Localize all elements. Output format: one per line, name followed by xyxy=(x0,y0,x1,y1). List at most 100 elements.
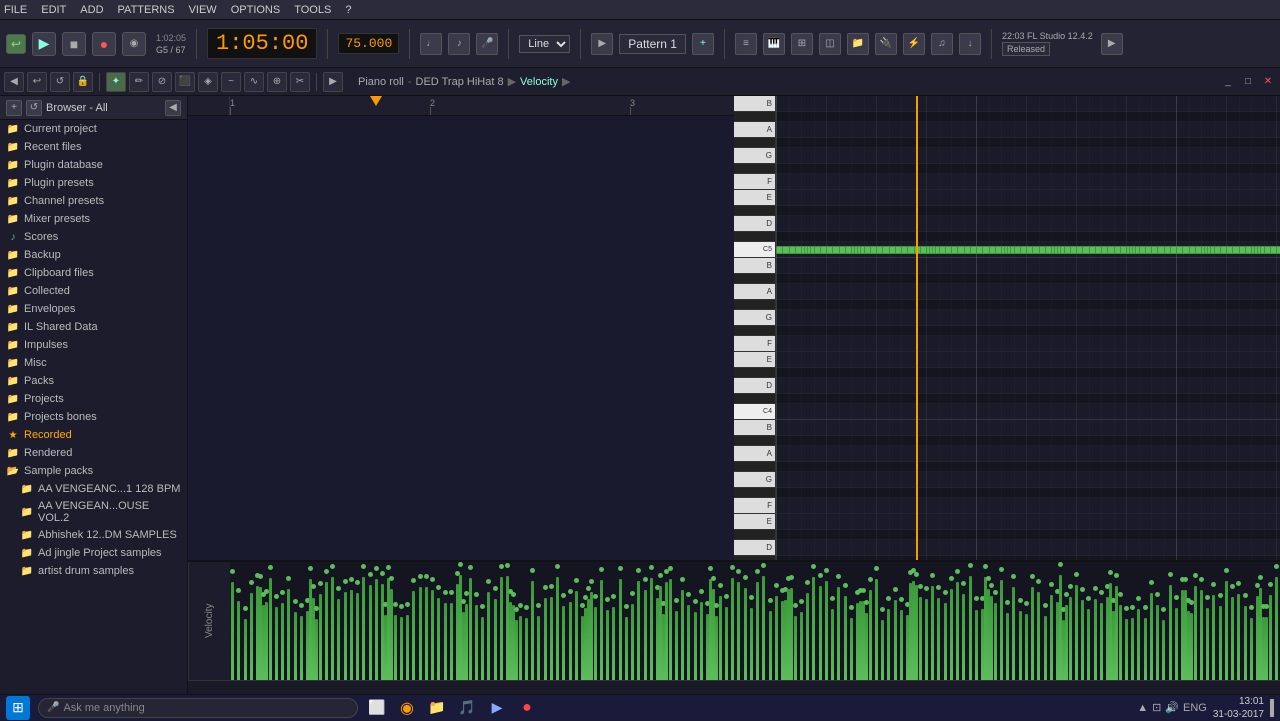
sidebar-item-9[interactable]: 📁Collected xyxy=(0,282,187,300)
piano-key-F5[interactable]: F xyxy=(734,174,775,190)
sidebar-item-8[interactable]: 📁Clipboard files xyxy=(0,264,187,282)
expand-btn[interactable]: ▶ xyxy=(1101,33,1123,55)
piano-key-Eb4[interactable] xyxy=(734,368,775,378)
piano-key-Gb4[interactable] xyxy=(734,326,775,336)
sidebar-item-4[interactable]: 📁Channel presets xyxy=(0,192,187,210)
menu-options[interactable]: OPTIONS xyxy=(231,4,281,16)
piano-key-D5[interactable]: D xyxy=(734,216,775,232)
taskbar-record[interactable]: ● xyxy=(516,697,538,719)
piano-key-E3[interactable]: E xyxy=(734,514,775,530)
piano-key-D3[interactable]: D xyxy=(734,540,775,556)
nav-arrow[interactable]: ▶ xyxy=(591,33,613,55)
horizontal-scrollbar[interactable] xyxy=(188,680,1280,694)
piano-key-C4[interactable]: C4 xyxy=(734,404,775,420)
piano-key-Db5[interactable] xyxy=(734,232,775,242)
menu-patterns[interactable]: PATTERNS xyxy=(118,4,175,16)
draw-tool[interactable]: ✏ xyxy=(129,72,149,92)
show-desktop-btn[interactable] xyxy=(1270,699,1274,717)
taskbar-files[interactable]: 📁 xyxy=(426,697,448,719)
taskbar-fl-studio[interactable]: 🎵 xyxy=(456,697,478,719)
mute-tool[interactable]: ◈ xyxy=(198,72,218,92)
search-bar[interactable]: 🎤 Ask me anything xyxy=(38,698,358,718)
menu-view[interactable]: VIEW xyxy=(189,4,217,16)
piano-key-G5[interactable]: G xyxy=(734,148,775,164)
piano-key-G3[interactable]: G xyxy=(734,472,775,488)
record-notes-btn[interactable]: ♪ xyxy=(448,33,470,55)
sidebar-item-20[interactable]: 📁AA VENGEANC...1 128 BPM xyxy=(0,480,187,498)
piano-key-B5[interactable]: B xyxy=(734,96,775,112)
sidebar-item-16[interactable]: 📁Projects bones xyxy=(0,408,187,426)
bpm-display[interactable]: 75.000 xyxy=(338,33,399,54)
zoom-tool[interactable]: ⊕ xyxy=(267,72,287,92)
piano-key-B4[interactable]: B xyxy=(734,258,775,274)
velocity-grid[interactable] xyxy=(230,562,1280,680)
generator-btn[interactable]: ⚡ xyxy=(903,33,925,55)
redo-btn[interactable]: ↺ xyxy=(50,72,70,92)
playlist-btn[interactable]: ≡ xyxy=(735,33,757,55)
piano-key-Bb5[interactable] xyxy=(734,112,775,122)
piano-key-B3[interactable]: B xyxy=(734,420,775,436)
refresh-btn[interactable]: ↺ xyxy=(26,100,42,116)
note-grid[interactable] xyxy=(776,96,1280,560)
smooth-tool[interactable]: ∿ xyxy=(244,72,264,92)
piano-key-Gb3[interactable] xyxy=(734,488,775,498)
sidebar-item-24[interactable]: 📁artist drum samples xyxy=(0,562,187,580)
piano-key-G4[interactable]: G xyxy=(734,310,775,326)
sidebar-item-2[interactable]: 📁Plugin database xyxy=(0,156,187,174)
mixer-btn[interactable]: ◫ xyxy=(819,33,841,55)
piano-key-F4[interactable]: F xyxy=(734,336,775,352)
breadcrumb-velocity[interactable]: Velocity xyxy=(520,76,558,88)
lock-btn[interactable]: 🔒 xyxy=(73,72,93,92)
piano-key-Db3[interactable] xyxy=(734,556,775,560)
sidebar-item-11[interactable]: 📁IL Shared Data xyxy=(0,318,187,336)
piano-key-Ab3[interactable] xyxy=(734,462,775,472)
piano-key-Db4[interactable] xyxy=(734,394,775,404)
piano-key-Bb3[interactable] xyxy=(734,436,775,446)
sidebar-item-22[interactable]: 📁Abhishek 12..DM SAMPLES xyxy=(0,526,187,544)
step-seq-btn[interactable]: ⊞ xyxy=(791,33,813,55)
piano-key-A5[interactable]: A xyxy=(734,122,775,138)
breadcrumb-pianoroll[interactable]: Piano roll xyxy=(358,76,404,88)
sidebar-item-1[interactable]: 📁Recent files xyxy=(0,138,187,156)
piano-key-Ab5[interactable] xyxy=(734,138,775,148)
sidebar-item-7[interactable]: 📁Backup xyxy=(0,246,187,264)
sidebar-item-3[interactable]: 📁Plugin presets xyxy=(0,174,187,192)
metronome-btn[interactable]: ♩ xyxy=(420,33,442,55)
add-folder-btn[interactable]: + xyxy=(6,100,22,116)
loop-back-btn[interactable]: ↩ xyxy=(6,34,26,54)
task-view-btn[interactable]: ⬜ xyxy=(366,697,388,719)
sidebar-item-6[interactable]: ♪Scores xyxy=(0,228,187,246)
minimize-btn[interactable]: _ xyxy=(1220,74,1236,90)
stop-btn[interactable]: ■ xyxy=(62,32,86,56)
midi-btn[interactable]: ♫ xyxy=(931,33,953,55)
slice-tool[interactable]: ✂ xyxy=(290,72,310,92)
paint-tool[interactable]: ⬛ xyxy=(175,72,195,92)
close-btn[interactable]: ✕ xyxy=(1260,74,1276,90)
sidebar-item-17[interactable]: ★Recorded xyxy=(0,426,187,444)
piano-key-Bb4[interactable] xyxy=(734,274,775,284)
collapse-browser-btn[interactable]: ◀ xyxy=(165,100,181,116)
record-audio-btn[interactable]: 🎤 xyxy=(476,33,498,55)
piano-key-E5[interactable]: E xyxy=(734,190,775,206)
browser-btn[interactable]: 📁 xyxy=(847,33,869,55)
volume-icon[interactable]: 🔊 xyxy=(1165,701,1179,714)
piano-key-Ab4[interactable] xyxy=(734,300,775,310)
select-tool[interactable]: ✦ xyxy=(106,72,126,92)
menu-edit[interactable]: EDIT xyxy=(41,4,66,16)
sidebar-item-13[interactable]: 📁Misc xyxy=(0,354,187,372)
overdub-btn[interactable]: ◉ xyxy=(122,32,146,56)
sidebar-item-15[interactable]: 📁Projects xyxy=(0,390,187,408)
sidebar-item-5[interactable]: 📁Mixer presets xyxy=(0,210,187,228)
piano-key-Eb5[interactable] xyxy=(734,206,775,216)
erase-tool[interactable]: ⊘ xyxy=(152,72,172,92)
sidebar-item-14[interactable]: 📁Packs xyxy=(0,372,187,390)
undo-btn[interactable]: ↩ xyxy=(27,72,47,92)
piano-key-A4[interactable]: A xyxy=(734,284,775,300)
breadcrumb-instrument[interactable]: DED Trap HiHat 8 xyxy=(416,76,504,88)
menu-file[interactable]: FILE xyxy=(4,4,27,16)
start-button[interactable]: ⊞ xyxy=(6,696,30,720)
nav-back-btn[interactable]: ◀ xyxy=(4,72,24,92)
piano-key-Gb5[interactable] xyxy=(734,164,775,174)
menu-add[interactable]: ADD xyxy=(80,4,103,16)
record-btn[interactable]: ● xyxy=(92,32,116,56)
